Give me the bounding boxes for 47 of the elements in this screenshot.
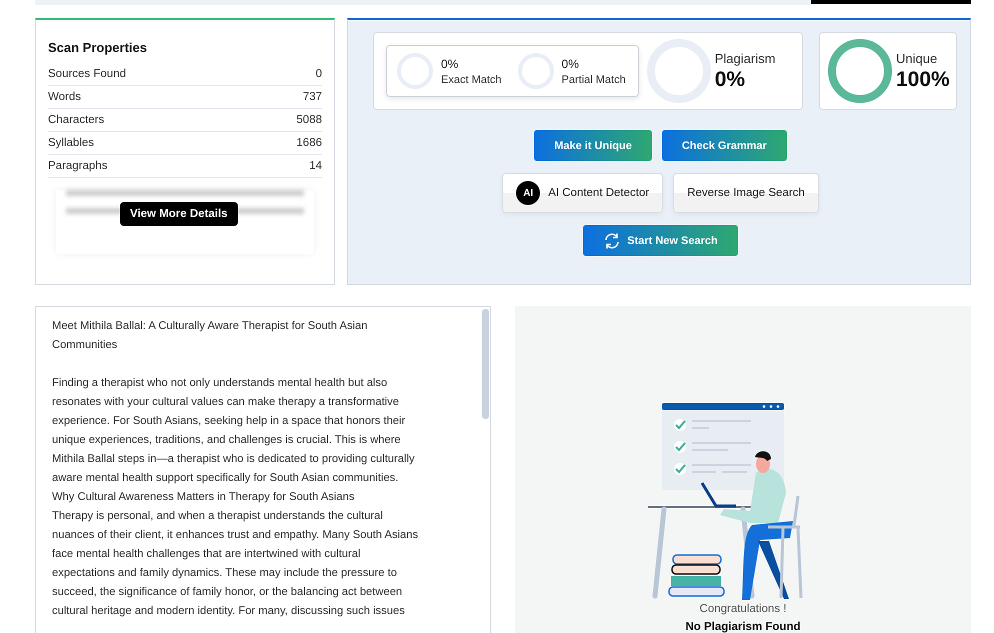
card-title: Scan Properties	[48, 40, 148, 55]
congratulations-text: Congratulations !	[700, 603, 786, 615]
action-button[interactable]: Reverse Image Search	[673, 173, 819, 213]
property-value: 737	[302, 91, 322, 103]
progress-ring	[828, 39, 892, 103]
text-line: Finding a therapist who not only understands mental health but also	[52, 376, 388, 391]
property-value: 5088	[296, 114, 322, 126]
document-text-area[interactable]	[35, 306, 491, 633]
refresh-icon	[603, 232, 622, 250]
match-label: Exact Match	[441, 74, 502, 86]
plagiarism-label: Plagiarism	[714, 50, 776, 66]
property-value: 0	[316, 68, 322, 80]
text-line: unique experiences, traditions, and challenges is crucial. This is where	[52, 433, 402, 448]
unique-percent: 100%	[896, 68, 950, 92]
text-line: Mithila Ballal steps in—a therapist who is dedicated to providing culturally	[52, 452, 416, 467]
text-line: cultural heritage and modern identity. For many, discussing such issues	[52, 604, 406, 619]
unique-label: Unique	[896, 50, 938, 66]
action-button[interactable]: AI AI Content Detector	[502, 173, 664, 213]
match-percent: 0%	[441, 56, 460, 70]
plagiarism-percent: 0%	[714, 68, 746, 92]
action-button[interactable]: Check Grammar	[662, 130, 787, 161]
text-line: aware mental health support specifically for South Asian communities.	[52, 471, 400, 486]
text-line: succeed, the significance of family honor, or the balancing act between	[52, 585, 404, 600]
text-line: Why Cultural Awareness Matters in Therapy for South Asians	[52, 490, 356, 505]
property-value: 14	[309, 160, 322, 172]
property-value: 1686	[296, 137, 322, 149]
view-more-details-button[interactable]: View More Details	[120, 202, 238, 226]
ai-badge-icon: AI	[516, 181, 540, 205]
action-button[interactable]: Make it Unique	[534, 130, 652, 161]
property-label: Syllables	[48, 137, 94, 149]
match-percent: 0%	[562, 56, 580, 70]
property-label: Characters	[48, 114, 104, 126]
match-label: Partial Match	[562, 74, 626, 86]
text-line: face mental health challenges that are intertwined with cultural	[52, 547, 362, 562]
text-line: expectations and family dynamics. These may include the pressure to	[52, 566, 398, 581]
text-line: Therapy is personal, and when a therapist understands the cultural	[52, 509, 384, 524]
action-button[interactable]: Start New Search	[583, 225, 738, 256]
result-message: No Plagiarism Found	[685, 621, 800, 633]
scrollbar-thumb[interactable]	[482, 309, 489, 419]
property-label: Words	[48, 91, 82, 103]
text-line: experience. For South Asians, seeking help in a space that honors their	[52, 414, 406, 429]
text-line: resonates with your cultural values can make therapy a transformative	[52, 395, 400, 410]
property-label: Sources Found	[48, 68, 126, 80]
text-line: Communities	[52, 338, 118, 353]
property-label: Paragraphs	[48, 160, 108, 172]
text-line: Meet Mithila Ballal: A Culturally Aware Therapist for South Asian	[52, 319, 368, 334]
text-line: nuances of their client, it enhances trust and empathy. Many South Asians	[52, 528, 420, 543]
